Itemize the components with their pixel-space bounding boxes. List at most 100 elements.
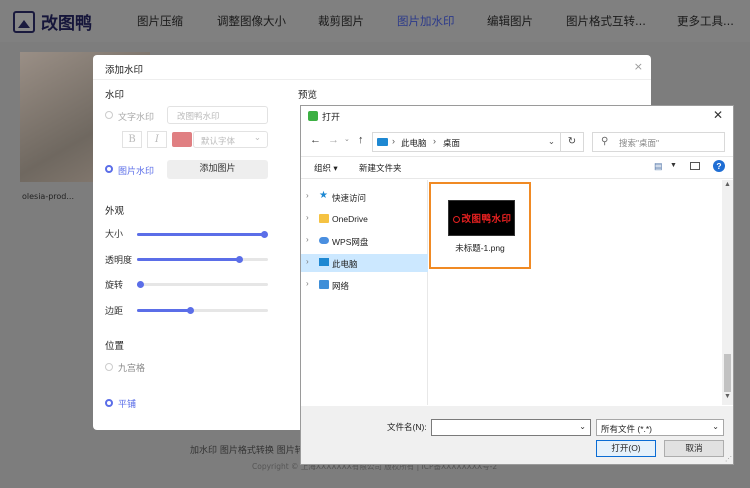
star-icon: ★ [319, 190, 328, 201]
breadcrumb-separator-icon: › [433, 136, 436, 146]
filetype-select[interactable]: 所有文件 (*.*) ⌄ [596, 419, 724, 436]
breadcrumb-separator-icon: › [392, 136, 395, 146]
slider-handle[interactable] [137, 281, 144, 288]
scroll-up-icon[interactable]: ▲ [724, 181, 731, 188]
dialog-bottom-bar: 文件名(N): ⌄ 所有文件 (*.*) ⌄ 打开(O) 取消 ⋰ [301, 406, 733, 464]
tile-position-radio[interactable] [105, 399, 113, 407]
network-icon [319, 280, 329, 289]
chevron-right-icon[interactable]: › [306, 235, 309, 244]
site-logo[interactable]: 改图鸭 [13, 9, 92, 34]
divider [301, 178, 733, 179]
font-select[interactable]: 默认字体 ⌄ [193, 131, 268, 148]
nav-item-label: 网络 [332, 281, 350, 291]
nav-crop[interactable]: 裁剪图片 [318, 13, 364, 29]
italic-button[interactable]: I [147, 131, 167, 148]
file-open-dialog: 打开 ✕ ← → ⌄ ↑ › 此电脑 › 桌面 ⌄ ↻ ⚲ 搜索"桌面" 组织 … [300, 105, 734, 465]
slider-handle[interactable] [236, 256, 243, 263]
recent-dropdown-icon[interactable]: ⌄ [344, 135, 350, 143]
organize-button[interactable]: 组织 ▾ [314, 162, 338, 174]
view-icon[interactable]: ▤ [654, 161, 663, 172]
uploaded-image-name: olesia-prod... [22, 192, 75, 201]
slider-label-opacity: 透明度 [105, 256, 133, 266]
close-icon[interactable]: ✕ [713, 108, 723, 122]
filename-input[interactable]: ⌄ [431, 419, 591, 436]
nav-resize[interactable]: 调整图像大小 [217, 13, 286, 29]
view-dropdown-icon[interactable]: ▼ [670, 162, 677, 169]
cancel-button[interactable]: 取消 [664, 440, 724, 457]
address-bar[interactable]: › 此电脑 › 桌面 ⌄ [372, 132, 584, 152]
dialog-title: 添加水印 [105, 65, 144, 76]
vertical-scrollbar[interactable]: ▲ ▼ [722, 180, 733, 405]
watermark-text-input[interactable]: 改图鸭水印 [167, 106, 268, 124]
chevron-right-icon[interactable]: › [306, 191, 309, 200]
scroll-down-icon[interactable]: ▼ [724, 393, 731, 400]
copyright-circle-icon [453, 215, 461, 223]
breadcrumb-desktop[interactable]: 桌面 [443, 137, 460, 149]
section-appearance: 外观 [105, 206, 125, 217]
slider-handle[interactable] [187, 307, 194, 314]
resize-grip-icon[interactable]: ⋰ [725, 455, 732, 463]
computer-icon [319, 258, 329, 266]
footer-links[interactable]: 加水印 图片格式转换 图片转 [190, 443, 304, 456]
navigation-pane: › ★ 快速访问 › OneDrive › WPS网盘 › 此电脑 › 网络 [301, 180, 428, 405]
new-folder-button[interactable]: 新建文件夹 [359, 162, 402, 174]
close-icon[interactable]: × [634, 60, 643, 73]
logo-icon [13, 10, 35, 33]
opacity-slider[interactable] [137, 256, 268, 263]
bold-button[interactable]: B [122, 131, 142, 148]
brand-name: 改图鸭 [41, 14, 92, 34]
image-watermark-radio[interactable] [105, 165, 113, 173]
help-icon[interactable]: ? [713, 160, 725, 172]
chevron-right-icon[interactable]: › [306, 257, 309, 266]
tile-position-label: 平铺 [118, 400, 137, 410]
refresh-button[interactable]: ↻ [560, 132, 584, 152]
nav-quick-access[interactable]: › ★ 快速访问 [301, 188, 428, 206]
margin-slider[interactable] [137, 307, 268, 314]
scrollbar-thumb[interactable] [724, 354, 731, 392]
folder-icon [319, 214, 329, 223]
grid-position-radio[interactable] [105, 363, 113, 371]
filetype-value: 所有文件 (*.*) [601, 424, 653, 434]
search-input[interactable]: ⚲ 搜索"桌面" [592, 132, 725, 152]
preview-pane-icon[interactable] [690, 162, 700, 170]
chevron-down-icon[interactable]: ⌄ [579, 422, 586, 431]
thumbnail-text: 改图鸭水印 [461, 214, 512, 225]
section-position: 位置 [105, 341, 125, 352]
dialog-titlebar[interactable]: 打开 ✕ [301, 106, 733, 126]
size-slider[interactable] [137, 231, 268, 238]
nav-convert[interactable]: 图片格式互转... [566, 13, 646, 29]
grid-position-label: 九宫格 [118, 364, 146, 374]
color-picker[interactable] [172, 132, 192, 147]
nav-watermark[interactable]: 图片加水印 [397, 13, 455, 29]
chevron-down-icon: ⌄ [253, 133, 261, 143]
slider-label-margin: 边距 [105, 307, 124, 317]
address-dropdown-icon[interactable]: ⌄ [548, 136, 555, 147]
nav-edit[interactable]: 编辑图片 [487, 13, 533, 29]
chevron-right-icon[interactable]: › [306, 279, 309, 288]
forward-arrow-icon[interactable]: → [328, 134, 339, 146]
slider-label-size: 大小 [105, 230, 124, 240]
slider-handle[interactable] [261, 231, 268, 238]
chevron-right-icon[interactable]: › [306, 213, 309, 222]
rotation-slider[interactable] [137, 281, 268, 288]
computer-icon [377, 138, 388, 146]
section-watermark: 水印 [105, 90, 125, 101]
up-arrow-icon[interactable]: ↑ [358, 134, 364, 146]
nav-item-label: 此电脑 [332, 259, 358, 269]
nav-item-label: WPS网盘 [332, 237, 369, 247]
nav-wps-drive[interactable]: › WPS网盘 [301, 232, 428, 250]
nav-compress[interactable]: 图片压缩 [137, 13, 183, 29]
file-item[interactable]: 改图鸭水印 未标题-1.png [429, 182, 531, 269]
nav-network[interactable]: › 网络 [301, 276, 428, 294]
text-watermark-radio[interactable] [105, 111, 113, 119]
top-navigation: 改图鸭 图片压缩 调整图像大小 裁剪图片 图片加水印 编辑图片 图片格式互转..… [0, 0, 750, 42]
add-image-button[interactable]: 添加图片 [167, 160, 268, 179]
open-button[interactable]: 打开(O) [596, 440, 656, 457]
divider [301, 156, 733, 157]
chevron-down-icon: ⌄ [712, 422, 719, 431]
breadcrumb-this-pc[interactable]: 此电脑 [401, 137, 427, 149]
back-arrow-icon[interactable]: ← [310, 134, 321, 146]
nav-onedrive[interactable]: › OneDrive [301, 210, 428, 228]
nav-more-tools[interactable]: 更多工具... [677, 13, 734, 29]
nav-this-pc[interactable]: › 此电脑 [301, 254, 428, 272]
